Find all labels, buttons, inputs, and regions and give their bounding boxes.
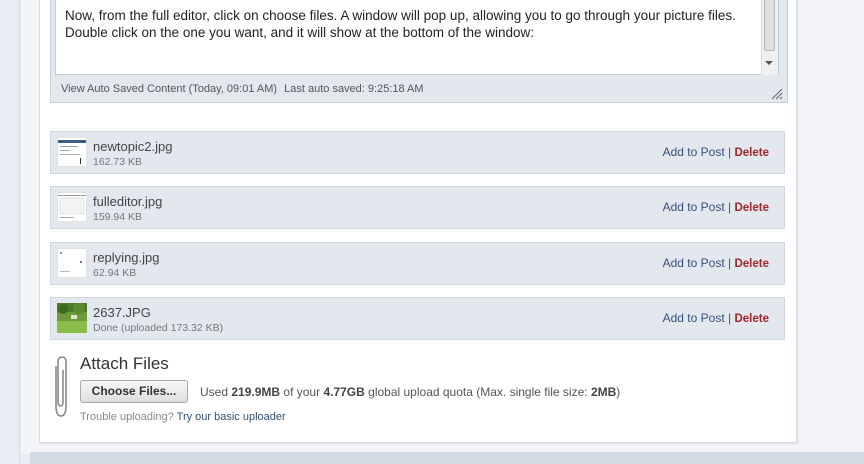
editor-text[interactable]: Now, from the full editor, click on choo…: [65, 7, 745, 41]
trouble-uploading: Trouble uploading? Try our basic uploade…: [80, 411, 286, 423]
upload-quota-text: Used 219.9MB of your 4.77GB global uploa…: [200, 385, 620, 399]
scrollbar-thumb[interactable]: [764, 0, 775, 51]
editor-scrollbar[interactable]: [761, 0, 778, 75]
attachment-size: 162.73 KB: [93, 156, 143, 168]
editor-box: Now, from the full editor, click on choo…: [50, 0, 788, 103]
attach-files-title: Attach Files: [80, 354, 169, 373]
view-autosaved-link[interactable]: View Auto Saved Content (Today, 09:01 AM…: [61, 83, 277, 95]
garden-photo-thumbnail-icon: [57, 303, 87, 333]
delete-link[interactable]: Delete: [734, 147, 769, 159]
attachment-filename: fulleditor.jpg: [93, 194, 163, 209]
editor-textarea[interactable]: Now, from the full editor, click on choo…: [55, 0, 779, 75]
attachment-row: fulleditor.jpg 159.94 KB Add to Post | D…: [50, 186, 785, 229]
add-to-post-link[interactable]: Add to Post: [663, 256, 725, 270]
quota-used-value: 219.9MB: [231, 385, 281, 399]
post-editor-card: Now, from the full editor, click on choo…: [39, 0, 797, 443]
delete-link[interactable]: Delete: [734, 313, 769, 325]
attachment-size: 62.94 KB: [93, 267, 137, 279]
action-separator: |: [728, 311, 732, 325]
attachment-filename: replying.jpg: [93, 250, 160, 265]
scroll-down-arrow-icon[interactable]: [765, 61, 773, 65]
basic-uploader-link[interactable]: Try our basic uploader: [177, 411, 286, 423]
action-separator: |: [728, 256, 732, 270]
quota-of-text: of your: [283, 385, 321, 399]
last-autosaved-text: Last auto saved: 9:25:18 AM: [284, 83, 424, 95]
attachment-actions: Add to Post | Delete: [663, 311, 769, 325]
choose-files-button[interactable]: Choose Files...: [80, 380, 188, 403]
screenshot-thumbnail-icon: [57, 192, 87, 222]
delete-link[interactable]: Delete: [734, 202, 769, 214]
attachment-row: 2637.JPG Done (uploaded 173.32 KB) Add t…: [50, 297, 785, 340]
autosave-bar: View Auto Saved Content (Today, 09:01 AM…: [61, 83, 424, 95]
attachment-actions: Add to Post | Delete: [663, 256, 769, 270]
attachment-row: newtopic2.jpg 162.73 KB Add to Post | De…: [50, 131, 785, 174]
screenshot-thumbnail-icon: [57, 248, 87, 278]
action-separator: |: [728, 200, 732, 214]
action-separator: |: [728, 145, 732, 159]
left-rail: [0, 0, 20, 464]
attachment-status: Done (uploaded 173.32 KB): [93, 322, 224, 334]
add-to-post-link[interactable]: Add to Post: [663, 311, 725, 325]
attachment-row: replying.jpg 62.94 KB Add to Post | Dele…: [50, 242, 785, 285]
trouble-text: Trouble uploading?: [80, 411, 174, 423]
add-to-post-link[interactable]: Add to Post: [663, 145, 725, 159]
quota-prefix: Used: [200, 385, 229, 399]
paperclip-icon: [55, 356, 67, 417]
attachment-filename: 2637.JPG: [93, 305, 151, 320]
quota-total-value: 4.77GB: [323, 385, 365, 399]
attachment-filename: newtopic2.jpg: [93, 139, 173, 154]
screenshot-thumbnail-icon: [57, 137, 87, 167]
quota-mid-text: global upload quota (Max. single file si…: [368, 385, 588, 399]
attachment-actions: Add to Post | Delete: [663, 200, 769, 214]
delete-link[interactable]: Delete: [734, 258, 769, 270]
bottom-strip: [30, 452, 864, 464]
resize-grip-icon[interactable]: [771, 88, 783, 100]
quota-max-value: 2MB: [590, 385, 617, 399]
attachment-size: 159.94 KB: [93, 211, 143, 223]
quota-end: ): [616, 385, 621, 399]
attachment-actions: Add to Post | Delete: [663, 145, 769, 159]
add-to-post-link[interactable]: Add to Post: [663, 200, 725, 214]
